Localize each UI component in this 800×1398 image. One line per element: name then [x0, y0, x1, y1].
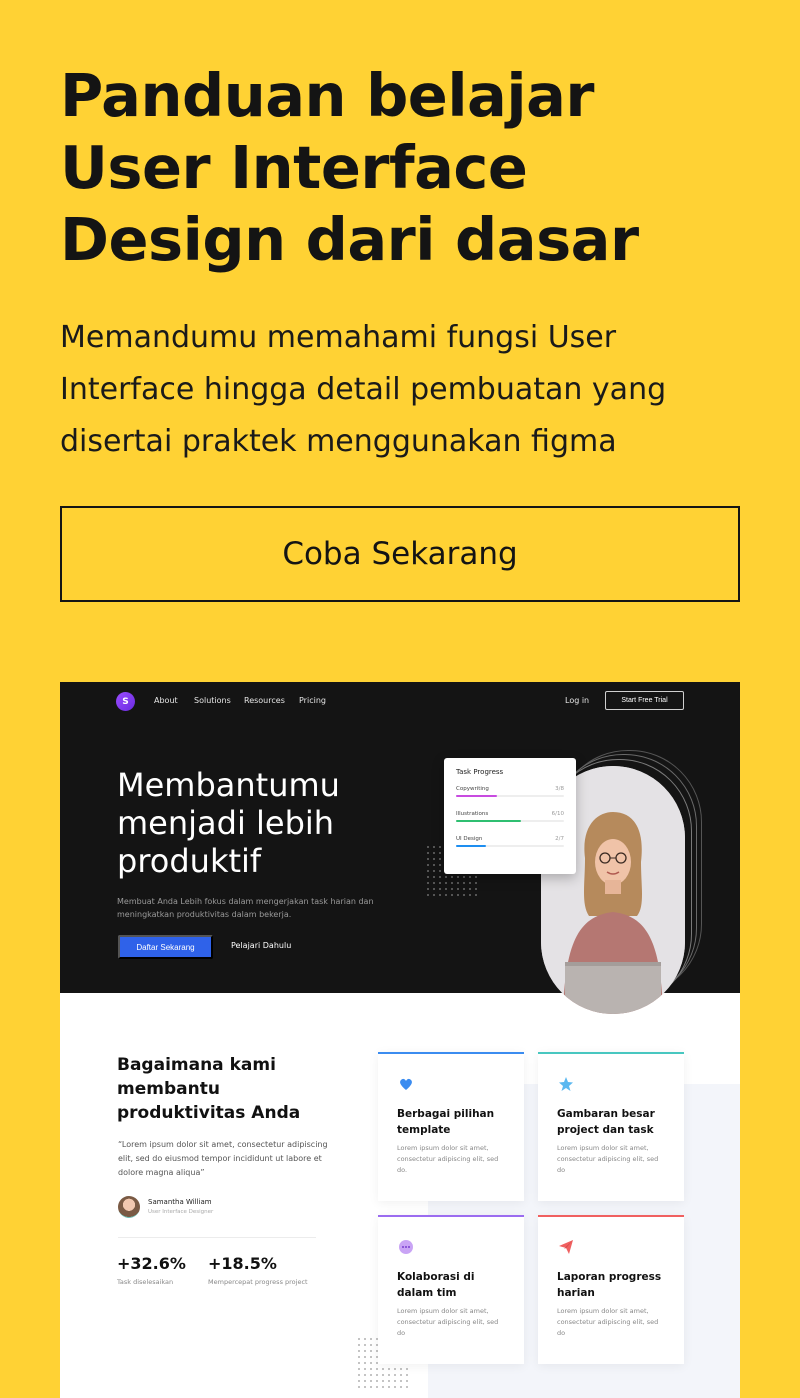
mockup-logo[interactable]: S	[116, 692, 135, 711]
progress-bar-fill	[456, 845, 487, 847]
mockup-hero-title: Membantumu menjadi lebih produktif	[117, 766, 340, 880]
testimonial-quote: “Lorem ipsum dolor sit amet, consectetur…	[118, 1140, 328, 1177]
nav-link-solutions[interactable]: Solutions	[194, 696, 231, 705]
feature-card[interactable]: Gambaran besar project dan task Lorem ip…	[538, 1052, 684, 1201]
start-free-trial-button[interactable]: Start Free Trial	[605, 691, 684, 710]
task-item: UI Design 2/7	[456, 836, 564, 847]
heart-icon	[398, 1076, 414, 1092]
divider	[118, 1237, 316, 1238]
card-accent-line	[538, 1052, 684, 1054]
stat-label: Mempercepat progress project	[208, 1278, 308, 1286]
mockup-hero-description: Membuat Anda Lebih fokus dalam mengerjak…	[117, 897, 374, 919]
feature-card[interactable]: Berbagai pilihan template Lorem ipsum do…	[378, 1052, 524, 1201]
hero-subtitle: Memandumu memahami fungsi User Interface…	[60, 320, 667, 459]
card-accent-line	[378, 1052, 524, 1054]
task-item: Illustrations 6/10	[456, 811, 564, 822]
task-label: Illustrations	[456, 811, 489, 817]
feature-card[interactable]: Laporan progress harian Lorem ipsum dolo…	[538, 1215, 684, 1364]
stat-value: +32.6%	[117, 1254, 186, 1273]
avatar	[118, 1196, 140, 1218]
author-name: Samantha William	[148, 1198, 212, 1206]
nav-link-resources[interactable]: Resources	[244, 696, 285, 705]
task-count: 6/10	[551, 811, 564, 817]
section-title: Bagaimana kami membantu produktivitas An…	[117, 1055, 301, 1123]
feature-title: Gambaran besar project dan task	[557, 1108, 655, 1136]
paper-plane-icon	[558, 1239, 574, 1255]
progress-bar-fill	[456, 795, 497, 797]
task-item: Copywriting 3/8	[456, 786, 564, 797]
feature-card[interactable]: Kolaborasi di dalam tim Lorem ipsum dolo…	[378, 1215, 524, 1364]
coba-sekarang-button[interactable]: Coba Sekarang	[60, 506, 740, 602]
progress-bar	[456, 795, 564, 797]
progress-bar-fill	[456, 820, 521, 822]
feature-title: Laporan progress harian	[557, 1271, 662, 1299]
card-accent-line	[378, 1215, 524, 1217]
star-icon	[558, 1076, 574, 1092]
task-progress-card: Task Progress Copywriting 3/8 Illustratio…	[444, 758, 576, 874]
stat-value: +18.5%	[208, 1254, 277, 1273]
task-progress-title: Task Progress	[456, 768, 504, 776]
task-label: Copywriting	[456, 786, 489, 792]
landing-page-mockup: S About Solutions Resources Pricing Log …	[60, 682, 740, 1398]
task-count: 3/8	[555, 786, 564, 792]
chat-icon	[398, 1239, 414, 1255]
feature-title: Berbagai pilihan template	[397, 1108, 495, 1136]
feature-description: Lorem ipsum dolor sit amet, consectetur …	[397, 1307, 499, 1337]
nav-login-link[interactable]: Log in	[565, 696, 589, 705]
feature-description: Lorem ipsum dolor sit amet, consectetur …	[397, 1144, 499, 1174]
feature-description: Lorem ipsum dolor sit amet, consectetur …	[557, 1144, 659, 1174]
pelajari-dahulu-link[interactable]: Pelajari Dahulu	[231, 941, 291, 950]
nav-link-about[interactable]: About	[154, 696, 178, 705]
stat-label: Task diselesaikan	[117, 1278, 174, 1286]
feature-description: Lorem ipsum dolor sit amet, consectetur …	[557, 1307, 659, 1337]
progress-bar	[456, 820, 564, 822]
task-count: 2/7	[555, 836, 564, 842]
daftar-sekarang-button[interactable]: Daftar Sekarang	[118, 935, 213, 959]
task-label: UI Design	[456, 836, 483, 842]
nav-link-pricing[interactable]: Pricing	[299, 696, 326, 705]
progress-bar	[456, 845, 564, 847]
card-accent-line	[538, 1215, 684, 1217]
hero-title: Panduan belajar User Interface Design da…	[60, 61, 639, 274]
feature-title: Kolaborasi di dalam tim	[397, 1271, 475, 1299]
author-role: User Interface Designer	[148, 1209, 214, 1215]
